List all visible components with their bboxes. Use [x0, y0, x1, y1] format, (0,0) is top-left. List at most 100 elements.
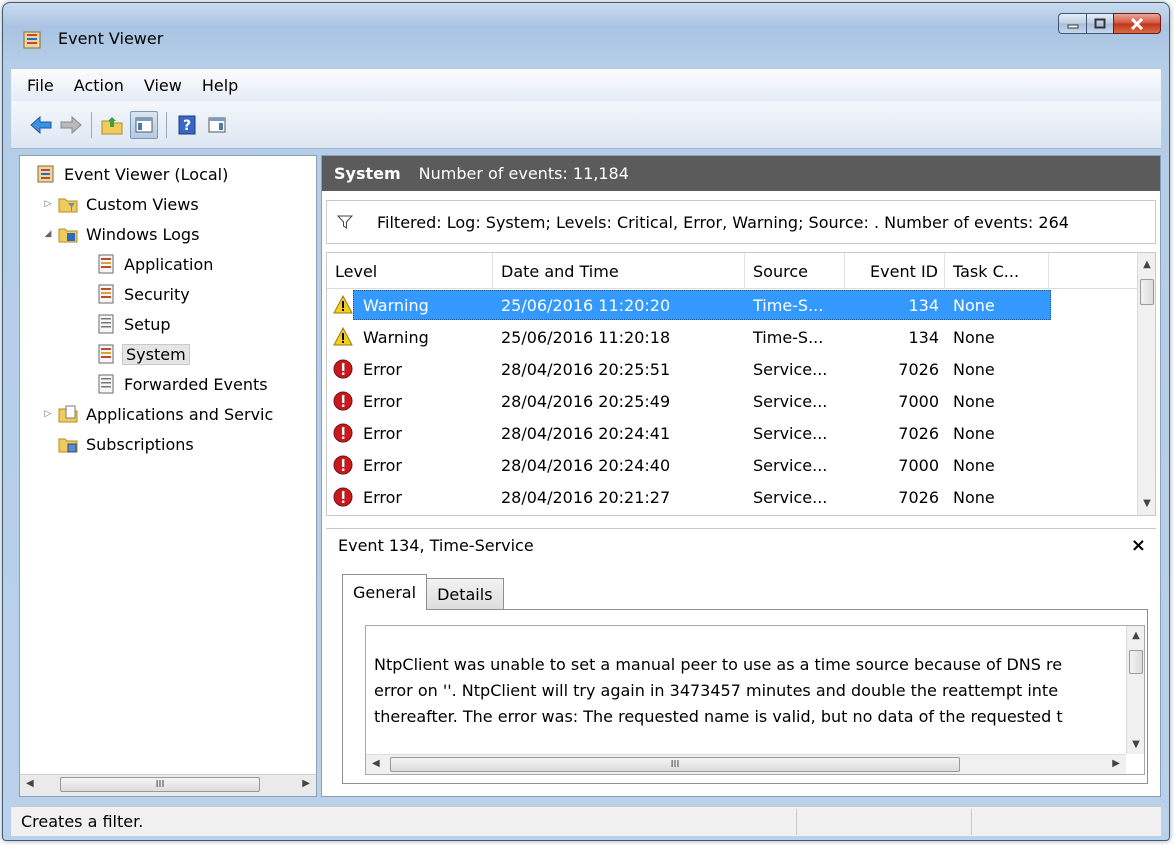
collapse-icon[interactable]: ◢: [42, 229, 54, 239]
scroll-right-arrow-icon[interactable]: ▶: [302, 778, 310, 789]
cell-level: Error: [363, 391, 402, 411]
scroll-left-arrow-icon[interactable]: ◀: [26, 778, 34, 789]
tree-item-applications-and-services[interactable]: ▷ Applications and Servic: [42, 400, 275, 428]
cell-level: Error: [363, 487, 402, 507]
cell-level: Error: [363, 455, 402, 475]
caption-buttons: [1058, 13, 1161, 34]
column-header-level[interactable]: Level: [327, 253, 493, 289]
tree-item-security[interactable]: Security: [96, 280, 192, 308]
scrollbar-thumb[interactable]: III: [390, 757, 960, 772]
cell-task-category: None: [953, 359, 995, 379]
minimize-button[interactable]: [1058, 13, 1086, 34]
tree-item-application[interactable]: Application: [96, 250, 215, 278]
tree-horizontal-scrollbar[interactable]: ◀ III ▶: [20, 774, 316, 796]
scroll-down-arrow-icon[interactable]: ▼: [1127, 739, 1144, 750]
tree-item-subscriptions[interactable]: Subscriptions: [58, 430, 196, 458]
description-vertical-scrollbar[interactable]: ▲ ▼: [1126, 626, 1144, 754]
scroll-right-arrow-icon[interactable]: ▶: [1112, 758, 1120, 769]
scrollbar-thumb[interactable]: [1140, 279, 1154, 305]
maximize-button[interactable]: [1086, 13, 1113, 34]
show-hide-action-pane-button[interactable]: [205, 113, 229, 137]
status-separator: [796, 809, 797, 835]
scrollbar-thumb[interactable]: [1129, 650, 1143, 674]
event-detail-title: Event 134, Time-Service: [338, 536, 534, 555]
table-row[interactable]: Warning 25/06/2016 11:20:20 Time-S... 13…: [327, 289, 1139, 321]
minimize-icon: [1067, 24, 1078, 28]
cell-source: Service...: [753, 391, 828, 411]
close-detail-icon[interactable]: ×: [1131, 535, 1146, 556]
toolbar-separator: [166, 111, 167, 138]
back-button[interactable]: [29, 113, 53, 137]
tree-label: Event Viewer (Local): [64, 164, 229, 184]
scrollbar-thumb[interactable]: III: [60, 777, 260, 792]
event-viewer-app-icon: [23, 31, 41, 49]
log-name: System: [334, 164, 401, 183]
event-viewer-window: Event Viewer File Action View Help ? Eve…: [2, 2, 1170, 841]
status-text: Creates a filter.: [21, 812, 144, 831]
menu-file[interactable]: File: [17, 76, 64, 95]
column-header-date-and-time[interactable]: Date and Time: [493, 253, 745, 289]
tree-label: Subscriptions: [86, 434, 194, 454]
table-row[interactable]: Error 28/04/2016 20:25:51 Service... 702…: [327, 353, 1139, 385]
log-file-icon: [98, 374, 114, 394]
general-tab-panel: NtpClient was unable to set a manual pee…: [342, 609, 1148, 784]
menu-view[interactable]: View: [134, 76, 192, 95]
column-header-source[interactable]: Source: [745, 253, 845, 289]
filter-icon: [337, 215, 353, 229]
table-row[interactable]: Error 28/04/2016 20:21:27 Service... 702…: [327, 481, 1139, 513]
console-tree-pane[interactable]: Event Viewer (Local) ▷ Custom Views ◢ Wi…: [19, 155, 317, 797]
event-detail-header: Event 134, Time-Service ×: [326, 528, 1156, 562]
expand-icon[interactable]: ▷: [42, 409, 54, 419]
forward-button[interactable]: [59, 113, 83, 137]
tree-label: Forwarded Events: [124, 374, 268, 394]
table-row[interactable]: Error 28/04/2016 20:24:40 Service... 700…: [327, 449, 1139, 481]
up-folder-button[interactable]: [100, 113, 124, 137]
events-vertical-scrollbar[interactable]: ▲ ▼: [1137, 253, 1155, 515]
events-grid[interactable]: Level Date and Time Source Event ID Task…: [326, 252, 1156, 516]
log-file-icon: [98, 314, 114, 334]
toolbar: ?: [11, 101, 1161, 149]
tab-label: Details: [437, 585, 493, 604]
description-horizontal-scrollbar[interactable]: ◀ III ▶: [366, 754, 1126, 774]
tree-item-custom-views[interactable]: ▷ Custom Views: [42, 190, 201, 218]
scroll-up-arrow-icon[interactable]: ▲: [1127, 630, 1144, 641]
custom-views-folder-icon: [58, 198, 78, 213]
column-header-event-id[interactable]: Event ID: [845, 253, 945, 289]
cell-task-category: None: [953, 455, 995, 475]
expand-icon[interactable]: ▷: [42, 199, 54, 209]
table-row[interactable]: Error 28/04/2016 20:24:41 Service... 702…: [327, 417, 1139, 449]
column-label: Level: [335, 261, 378, 281]
help-icon: ?: [178, 115, 196, 134]
show-hide-tree-button[interactable]: [130, 110, 158, 139]
scroll-left-arrow-icon[interactable]: ◀: [372, 758, 380, 769]
close-button[interactable]: [1113, 13, 1161, 34]
help-button[interactable]: ?: [175, 113, 199, 137]
table-row[interactable]: Error 28/04/2016 20:25:49 Service... 700…: [327, 385, 1139, 417]
column-header-task-category[interactable]: Task C...: [945, 253, 1049, 289]
tab-general[interactable]: General: [342, 574, 428, 610]
cell-event-id: 134: [908, 327, 939, 347]
menu-help[interactable]: Help: [192, 76, 248, 95]
grid-header: Level Date and Time Source Event ID Task…: [327, 253, 1139, 289]
tree-item-setup[interactable]: Setup: [96, 310, 173, 338]
table-row[interactable]: Warning 25/06/2016 11:20:18 Time-S... 13…: [327, 321, 1139, 353]
filter-description: Filtered: Log: System; Levels: Critical,…: [377, 212, 1069, 232]
svg-text:?: ?: [183, 118, 191, 134]
cell-date-time: 28/04/2016 20:21:27: [501, 487, 671, 507]
tree-item-forwarded-events[interactable]: Forwarded Events: [96, 370, 270, 398]
event-description-box[interactable]: NtpClient was unable to set a manual pee…: [365, 625, 1145, 775]
tree-item-system[interactable]: System: [96, 340, 190, 368]
scroll-down-arrow-icon[interactable]: ▼: [1138, 498, 1155, 509]
tree-label: System: [122, 343, 190, 365]
cell-level: Warning: [363, 327, 429, 347]
cell-task-category: None: [953, 327, 995, 347]
tree-item-event-viewer-local[interactable]: Event Viewer (Local): [36, 160, 230, 188]
cell-event-id: 7000: [898, 391, 939, 411]
menu-action[interactable]: Action: [64, 76, 134, 95]
scroll-up-arrow-icon[interactable]: ▲: [1138, 259, 1155, 270]
cell-date-time: 28/04/2016 20:24:41: [501, 423, 671, 443]
error-icon: [333, 423, 353, 443]
filter-bar: Filtered: Log: System; Levels: Critical,…: [326, 200, 1156, 244]
tab-details[interactable]: Details: [426, 578, 504, 610]
tree-item-windows-logs[interactable]: ◢ Windows Logs: [42, 220, 201, 248]
